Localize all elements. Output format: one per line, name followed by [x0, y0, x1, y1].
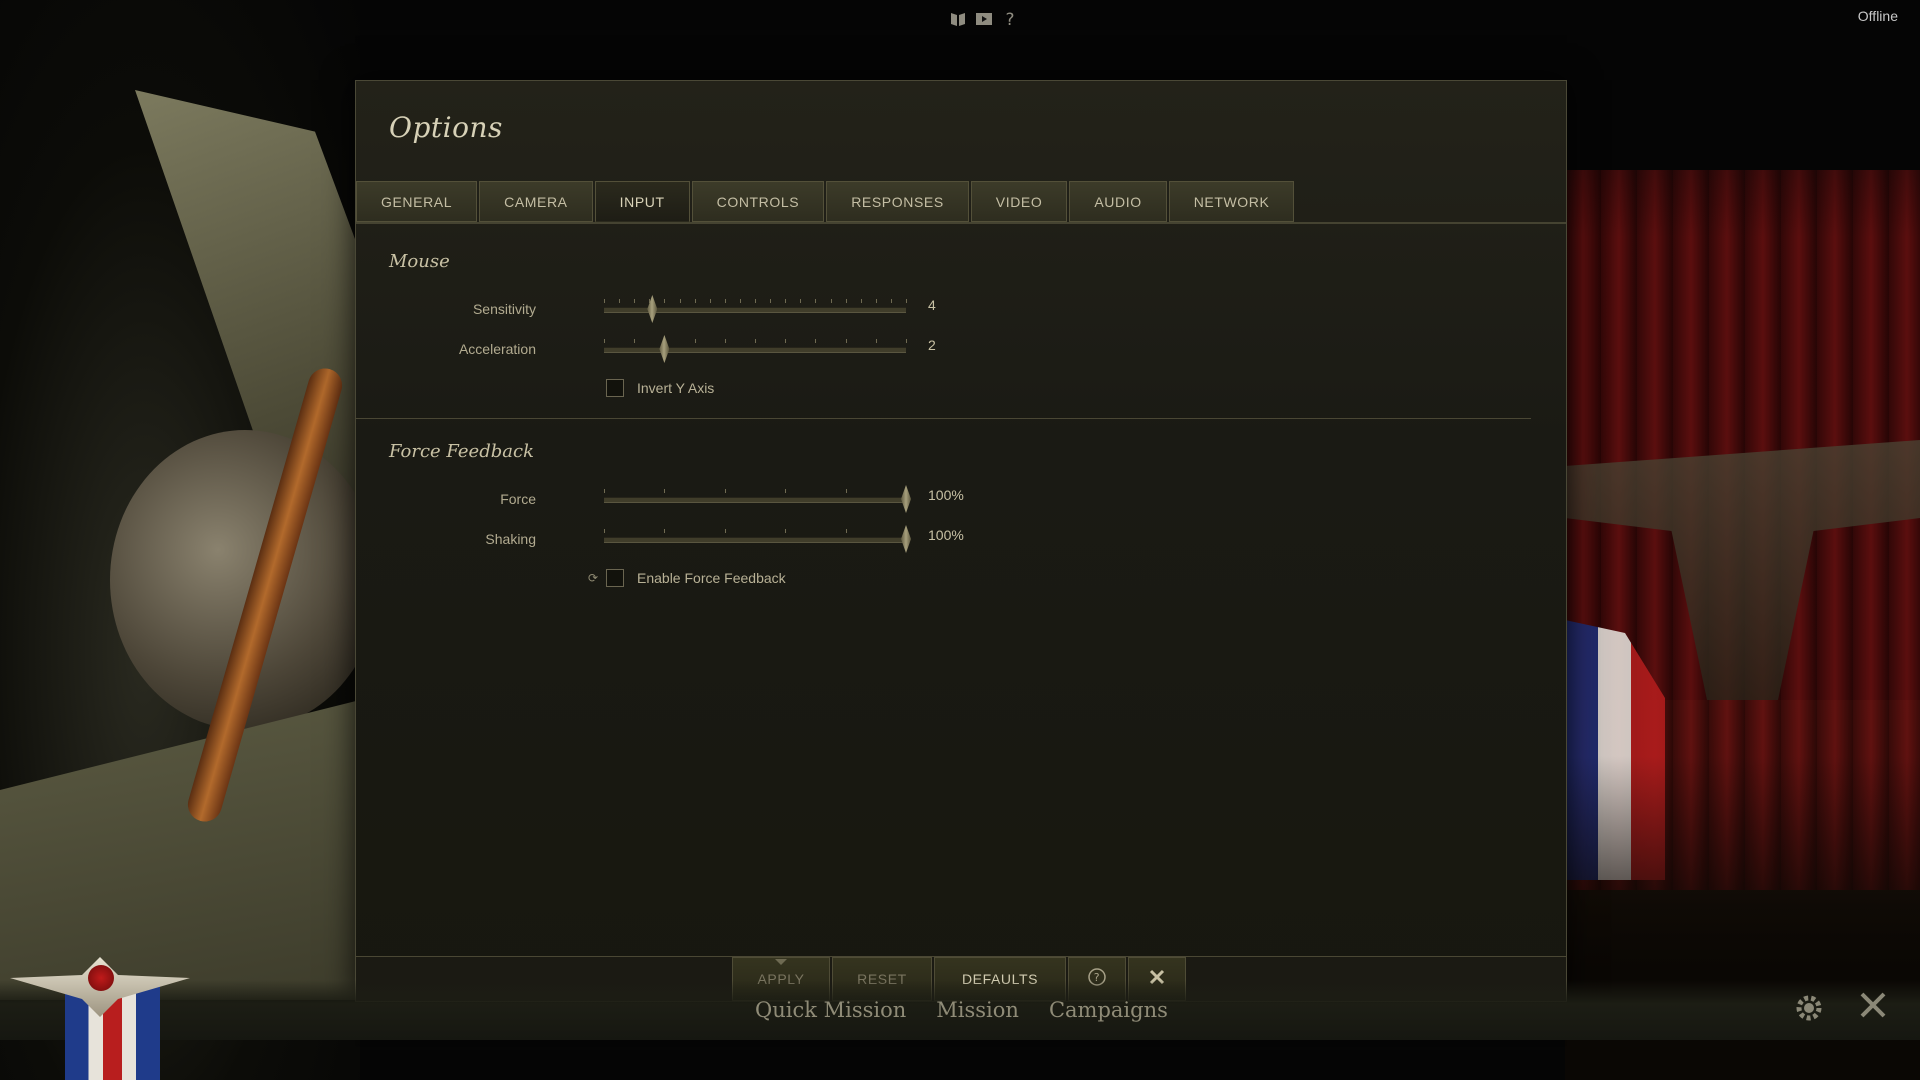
exit-icon[interactable]: [1854, 990, 1892, 1028]
acceleration-label: Acceleration: [458, 341, 536, 357]
slider-tick: [634, 299, 636, 303]
slider-tick: [830, 299, 832, 303]
slider-track: [604, 497, 906, 503]
tab-controls[interactable]: CONTROLS: [691, 181, 825, 223]
slider-tick: [664, 299, 666, 303]
film-icon[interactable]: [974, 10, 994, 30]
acceleration-slider[interactable]: [604, 335, 907, 363]
slider-ticks: [604, 529, 907, 537]
nav-campaigns[interactable]: Campaigns: [1049, 998, 1168, 1022]
options-dialog: Options GENERAL CAMERA INPUT CONTROLS RE…: [355, 80, 1567, 1002]
slider-tick: [875, 339, 877, 343]
slider-tick: [815, 299, 817, 303]
slider-tick: [694, 299, 696, 303]
slider-tick: [845, 489, 847, 493]
slider-tick: [860, 299, 862, 303]
slider-ticks: [604, 489, 907, 497]
invert-y-checkbox[interactable]: [606, 379, 624, 397]
slider-tick: [755, 299, 756, 303]
dialog-title: Options: [389, 111, 503, 144]
slider-tick: [724, 489, 726, 493]
slider-tick: [906, 299, 907, 303]
acceleration-value: 2: [928, 337, 936, 353]
force-value: 100%: [928, 487, 964, 503]
book-icon[interactable]: [948, 10, 968, 30]
slider-tick: [770, 299, 772, 303]
slider-tick: [785, 489, 787, 493]
slider-tick: [875, 299, 877, 303]
shaking-label: Shaking: [485, 531, 536, 547]
tab-general[interactable]: GENERAL: [356, 181, 478, 223]
game-emblem-logo: [10, 945, 190, 1080]
section-title-force-feedback: Force Feedback: [389, 441, 534, 462]
tab-audio[interactable]: AUDIO: [1069, 181, 1167, 223]
slider-tick: [906, 339, 907, 343]
slider-tick: [785, 529, 787, 533]
top-icon-bar: ?: [948, 10, 1020, 30]
slider-tick: [800, 299, 802, 303]
slider-tick: [739, 299, 741, 303]
slider-tick: [664, 489, 666, 493]
slider-tick: [845, 529, 847, 533]
connection-status: Offline: [1857, 8, 1898, 24]
slider-tick: [785, 299, 787, 303]
shaking-slider[interactable]: [604, 525, 911, 553]
sensitivity-label: Sensitivity: [472, 301, 536, 317]
invert-y-label: Invert Y Axis: [637, 380, 715, 396]
tab-baseline: [356, 222, 1566, 224]
slider-tick: [845, 299, 847, 303]
slider-tick: [785, 339, 787, 343]
slider-tick: [890, 299, 892, 303]
help-icon[interactable]: ?: [1000, 10, 1020, 30]
nav-mission[interactable]: Mission: [936, 998, 1019, 1022]
tab-responses[interactable]: RESPONSES: [826, 181, 969, 223]
refresh-icon[interactable]: ⟳: [588, 571, 598, 585]
emblem-disc: [88, 965, 114, 991]
enable-force-feedback-label: Enable Force Feedback: [637, 570, 786, 586]
slider-tick: [604, 529, 605, 533]
slider-tick: [679, 299, 681, 303]
bottom-nav: Quick Mission Mission Campaigns: [755, 998, 1168, 1022]
options-tabs: GENERAL CAMERA INPUT CONTROLS RESPONSES …: [356, 181, 1296, 223]
shaking-value: 100%: [928, 527, 964, 543]
slider-tick: [664, 529, 666, 533]
enable-force-feedback-checkbox[interactable]: [606, 569, 624, 587]
background-fade: [1565, 0, 1920, 1080]
slider-track: [604, 537, 906, 543]
slider-tick: [724, 339, 726, 343]
tab-camera[interactable]: CAMERA: [479, 181, 593, 223]
slider-tick: [724, 299, 726, 303]
slider-tick: [755, 339, 756, 343]
tab-network[interactable]: NETWORK: [1168, 181, 1295, 223]
slider-tick: [604, 299, 605, 303]
bottom-right-icons: [1790, 990, 1892, 1028]
apply-arrow-icon: [775, 959, 787, 965]
tab-video[interactable]: VIDEO: [970, 181, 1068, 223]
slider-tick: [604, 339, 605, 343]
slider-tick: [709, 299, 711, 303]
sensitivity-value: 4: [928, 297, 936, 313]
slider-track: [604, 347, 906, 353]
slider-tick: [694, 339, 696, 343]
tab-input[interactable]: INPUT: [594, 181, 690, 223]
gear-icon[interactable]: [1790, 990, 1828, 1028]
section-divider: [356, 418, 1531, 419]
slider-tick: [815, 339, 817, 343]
sensitivity-slider[interactable]: [604, 295, 907, 323]
section-title-mouse: Mouse: [389, 251, 450, 272]
force-slider[interactable]: [604, 485, 911, 513]
slider-tick: [634, 339, 636, 343]
force-label: Force: [500, 491, 536, 507]
slider-ticks: [604, 339, 907, 347]
slider-tick: [845, 339, 847, 343]
nav-quick-mission[interactable]: Quick Mission: [755, 998, 906, 1022]
slider-tick: [604, 489, 605, 493]
slider-tick: [724, 529, 726, 533]
slider-tick: [619, 299, 621, 303]
